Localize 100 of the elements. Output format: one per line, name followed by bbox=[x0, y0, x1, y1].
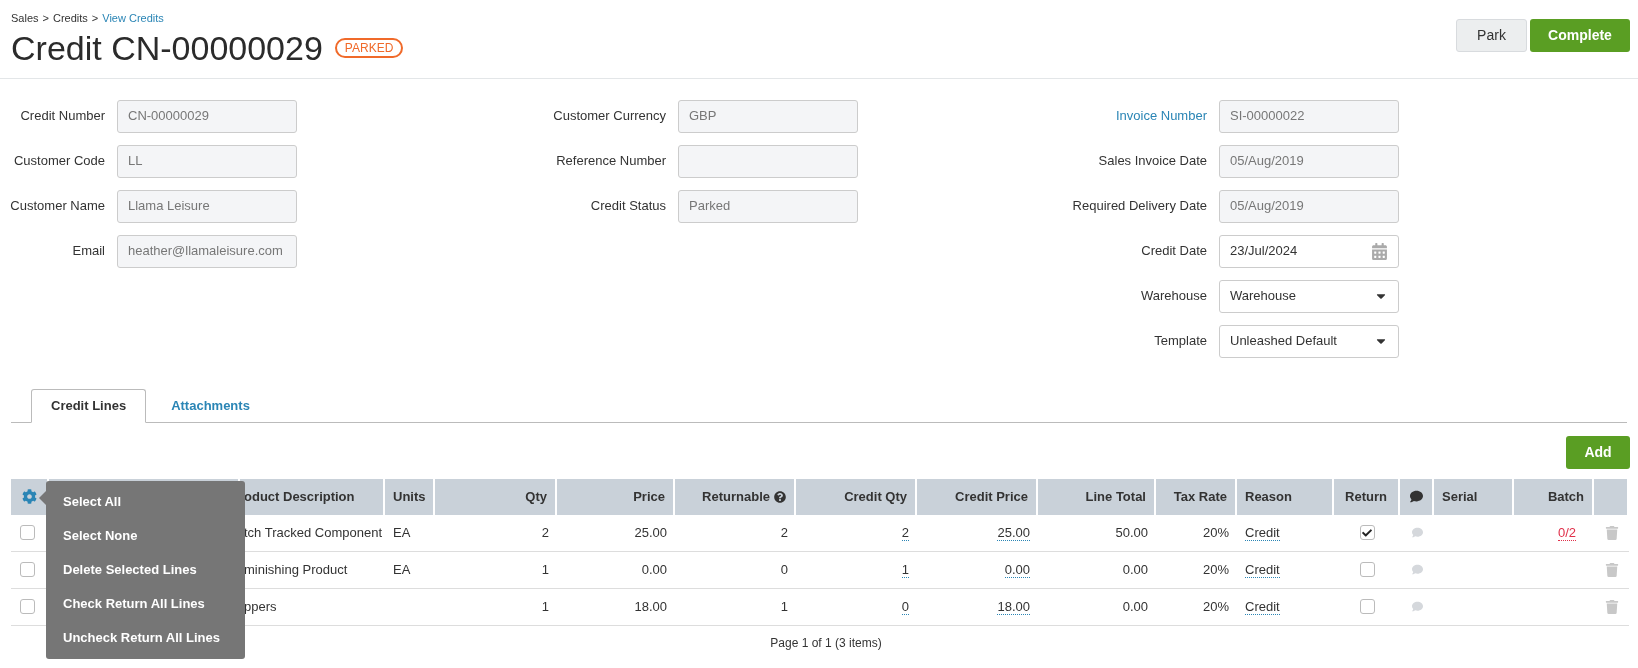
column-header: Reason bbox=[1237, 478, 1334, 515]
cell-link[interactable]: 0.00 bbox=[1004, 561, 1030, 578]
table-cell-text: 20% bbox=[1202, 523, 1229, 542]
field-label[interactable]: Invoice Number bbox=[1115, 106, 1207, 126]
comment-icon[interactable] bbox=[1411, 564, 1423, 575]
column-title: Returnable bbox=[702, 487, 770, 506]
table-cell-text: 50.00 bbox=[1115, 523, 1148, 542]
field-label: Customer Currency bbox=[553, 107, 666, 126]
table-cell-text: 1 bbox=[541, 560, 549, 579]
menu-item[interactable]: Uncheck Return All Lines bbox=[46, 621, 245, 655]
field-label: Reference Number bbox=[556, 152, 666, 171]
breadcrumb-link[interactable]: Credits bbox=[52, 10, 88, 27]
breadcrumb-separator: > bbox=[91, 11, 99, 26]
page-title: Credit CN-00000029 bbox=[11, 27, 323, 68]
table-cell-text: 2 bbox=[780, 523, 788, 542]
input-field[interactable]: 05/Aug/2019 bbox=[1219, 144, 1399, 178]
pagination-text: Page 1 of 1 (3 items) bbox=[770, 634, 882, 652]
column-header: Line Total bbox=[1038, 478, 1156, 515]
table-cell-text: ppers bbox=[244, 597, 277, 616]
cell-link[interactable]: 0 bbox=[901, 598, 909, 615]
input-field[interactable]: Parked bbox=[678, 189, 858, 223]
menu-item[interactable]: Check Return All Lines bbox=[46, 587, 245, 621]
field-label: Customer Name bbox=[10, 197, 105, 216]
cell-link[interactable]: Credit bbox=[1245, 524, 1280, 541]
trash-icon[interactable] bbox=[1604, 562, 1619, 577]
field-label: Email bbox=[72, 242, 105, 261]
input-field[interactable]: GBP bbox=[678, 99, 858, 133]
table-cell-text: 0.00 bbox=[641, 560, 667, 579]
table-cell-text: 25.00 bbox=[634, 523, 667, 542]
table-cell-text: 20% bbox=[1202, 560, 1229, 579]
field-label: Template bbox=[1154, 332, 1207, 351]
return-checkbox[interactable] bbox=[1359, 525, 1375, 540]
cell-link[interactable]: 18.00 bbox=[997, 598, 1030, 615]
complete-button[interactable]: Complete bbox=[1530, 19, 1630, 52]
table-cell-text: 0.00 bbox=[1122, 560, 1148, 579]
return-checkbox[interactable] bbox=[1359, 599, 1375, 614]
column-header: Credit Qty bbox=[796, 478, 917, 515]
tab[interactable]: Credit Lines bbox=[31, 388, 147, 423]
field-label: Credit Status bbox=[590, 197, 666, 216]
table-cell-text: 0 bbox=[780, 560, 788, 579]
date-field[interactable]: 23/Jul/2024 bbox=[1219, 234, 1399, 268]
column-header: Qty bbox=[435, 478, 557, 515]
comment-icon[interactable] bbox=[1411, 527, 1423, 538]
breadcrumb-separator: > bbox=[42, 11, 49, 26]
field-label: Sales Invoice Date bbox=[1098, 152, 1207, 171]
breadcrumb-link[interactable]: View Credits bbox=[102, 10, 164, 27]
column-header: Price bbox=[557, 478, 675, 515]
tab[interactable]: Attachments bbox=[152, 388, 269, 423]
help-icon[interactable] bbox=[774, 490, 786, 503]
table-cell-text: 1 bbox=[541, 597, 549, 616]
input-field[interactable]: LL bbox=[117, 144, 297, 178]
row-checkbox[interactable] bbox=[20, 525, 35, 540]
field-label: Warehouse bbox=[1141, 287, 1207, 306]
column-header bbox=[1594, 478, 1629, 515]
row-checkbox[interactable] bbox=[20, 599, 35, 614]
settings-icon[interactable] bbox=[21, 489, 37, 504]
menu-item[interactable]: Select None bbox=[46, 519, 245, 553]
comment-icon[interactable] bbox=[1411, 601, 1423, 612]
input-field[interactable]: SI-00000022 bbox=[1219, 99, 1399, 133]
cell-link[interactable]: Credit bbox=[1245, 598, 1280, 615]
status-badge: PARKED bbox=[334, 37, 404, 58]
column-header: Units bbox=[385, 478, 435, 515]
cell-link[interactable]: Credit bbox=[1245, 561, 1280, 578]
cell-link[interactable]: 1 bbox=[901, 561, 909, 578]
comment-icon bbox=[1409, 490, 1423, 503]
column-header: oduct Description bbox=[240, 478, 385, 515]
return-checkbox[interactable] bbox=[1359, 562, 1375, 577]
table-cell-text: 2 bbox=[541, 523, 549, 542]
field-label: Customer Code bbox=[13, 152, 105, 171]
input-field[interactable]: 05/Aug/2019 bbox=[1219, 189, 1399, 223]
trash-icon[interactable] bbox=[1604, 525, 1619, 540]
table-cell-text: EA bbox=[393, 523, 411, 542]
breadcrumb-link[interactable]: Sales bbox=[11, 10, 39, 27]
table-cell-text: tch Tracked Component bbox=[244, 523, 383, 542]
select-field[interactable]: Warehouse bbox=[1219, 279, 1399, 313]
input-field[interactable]: heather@llamaleisure.com bbox=[117, 234, 297, 268]
field-label: Required Delivery Date bbox=[1072, 197, 1207, 216]
calendar-icon[interactable] bbox=[1371, 242, 1388, 260]
field-label: Credit Number bbox=[20, 107, 105, 126]
add-button[interactable]: Add bbox=[1566, 435, 1630, 469]
table-cell-text: 20% bbox=[1202, 597, 1229, 616]
table-cell-text: 18.00 bbox=[634, 597, 667, 616]
row-checkbox[interactable] bbox=[20, 562, 35, 577]
select-field[interactable]: Unleashed Default bbox=[1219, 324, 1399, 358]
cell-link[interactable]: 2 bbox=[901, 524, 909, 541]
column-header: Tax Rate bbox=[1156, 478, 1237, 515]
menu-item[interactable]: Delete Selected Lines bbox=[46, 553, 245, 587]
input-field[interactable]: CN-00000029 bbox=[117, 99, 297, 133]
column-header: Credit Price bbox=[917, 478, 1038, 515]
table-cell-text: 1 bbox=[780, 597, 788, 616]
input-field[interactable]: Llama Leisure bbox=[117, 189, 297, 223]
cell-link[interactable]: 0/2 bbox=[1557, 524, 1576, 541]
column-header: Batch bbox=[1514, 478, 1594, 515]
park-button[interactable]: Park bbox=[1456, 19, 1527, 52]
input-field[interactable] bbox=[678, 144, 858, 178]
table-cell-text: 0.00 bbox=[1122, 597, 1148, 616]
column-header: Return bbox=[1334, 478, 1400, 515]
trash-icon[interactable] bbox=[1604, 599, 1619, 614]
cell-link[interactable]: 25.00 bbox=[997, 524, 1030, 541]
table-cell-text: minishing Product bbox=[244, 560, 348, 579]
